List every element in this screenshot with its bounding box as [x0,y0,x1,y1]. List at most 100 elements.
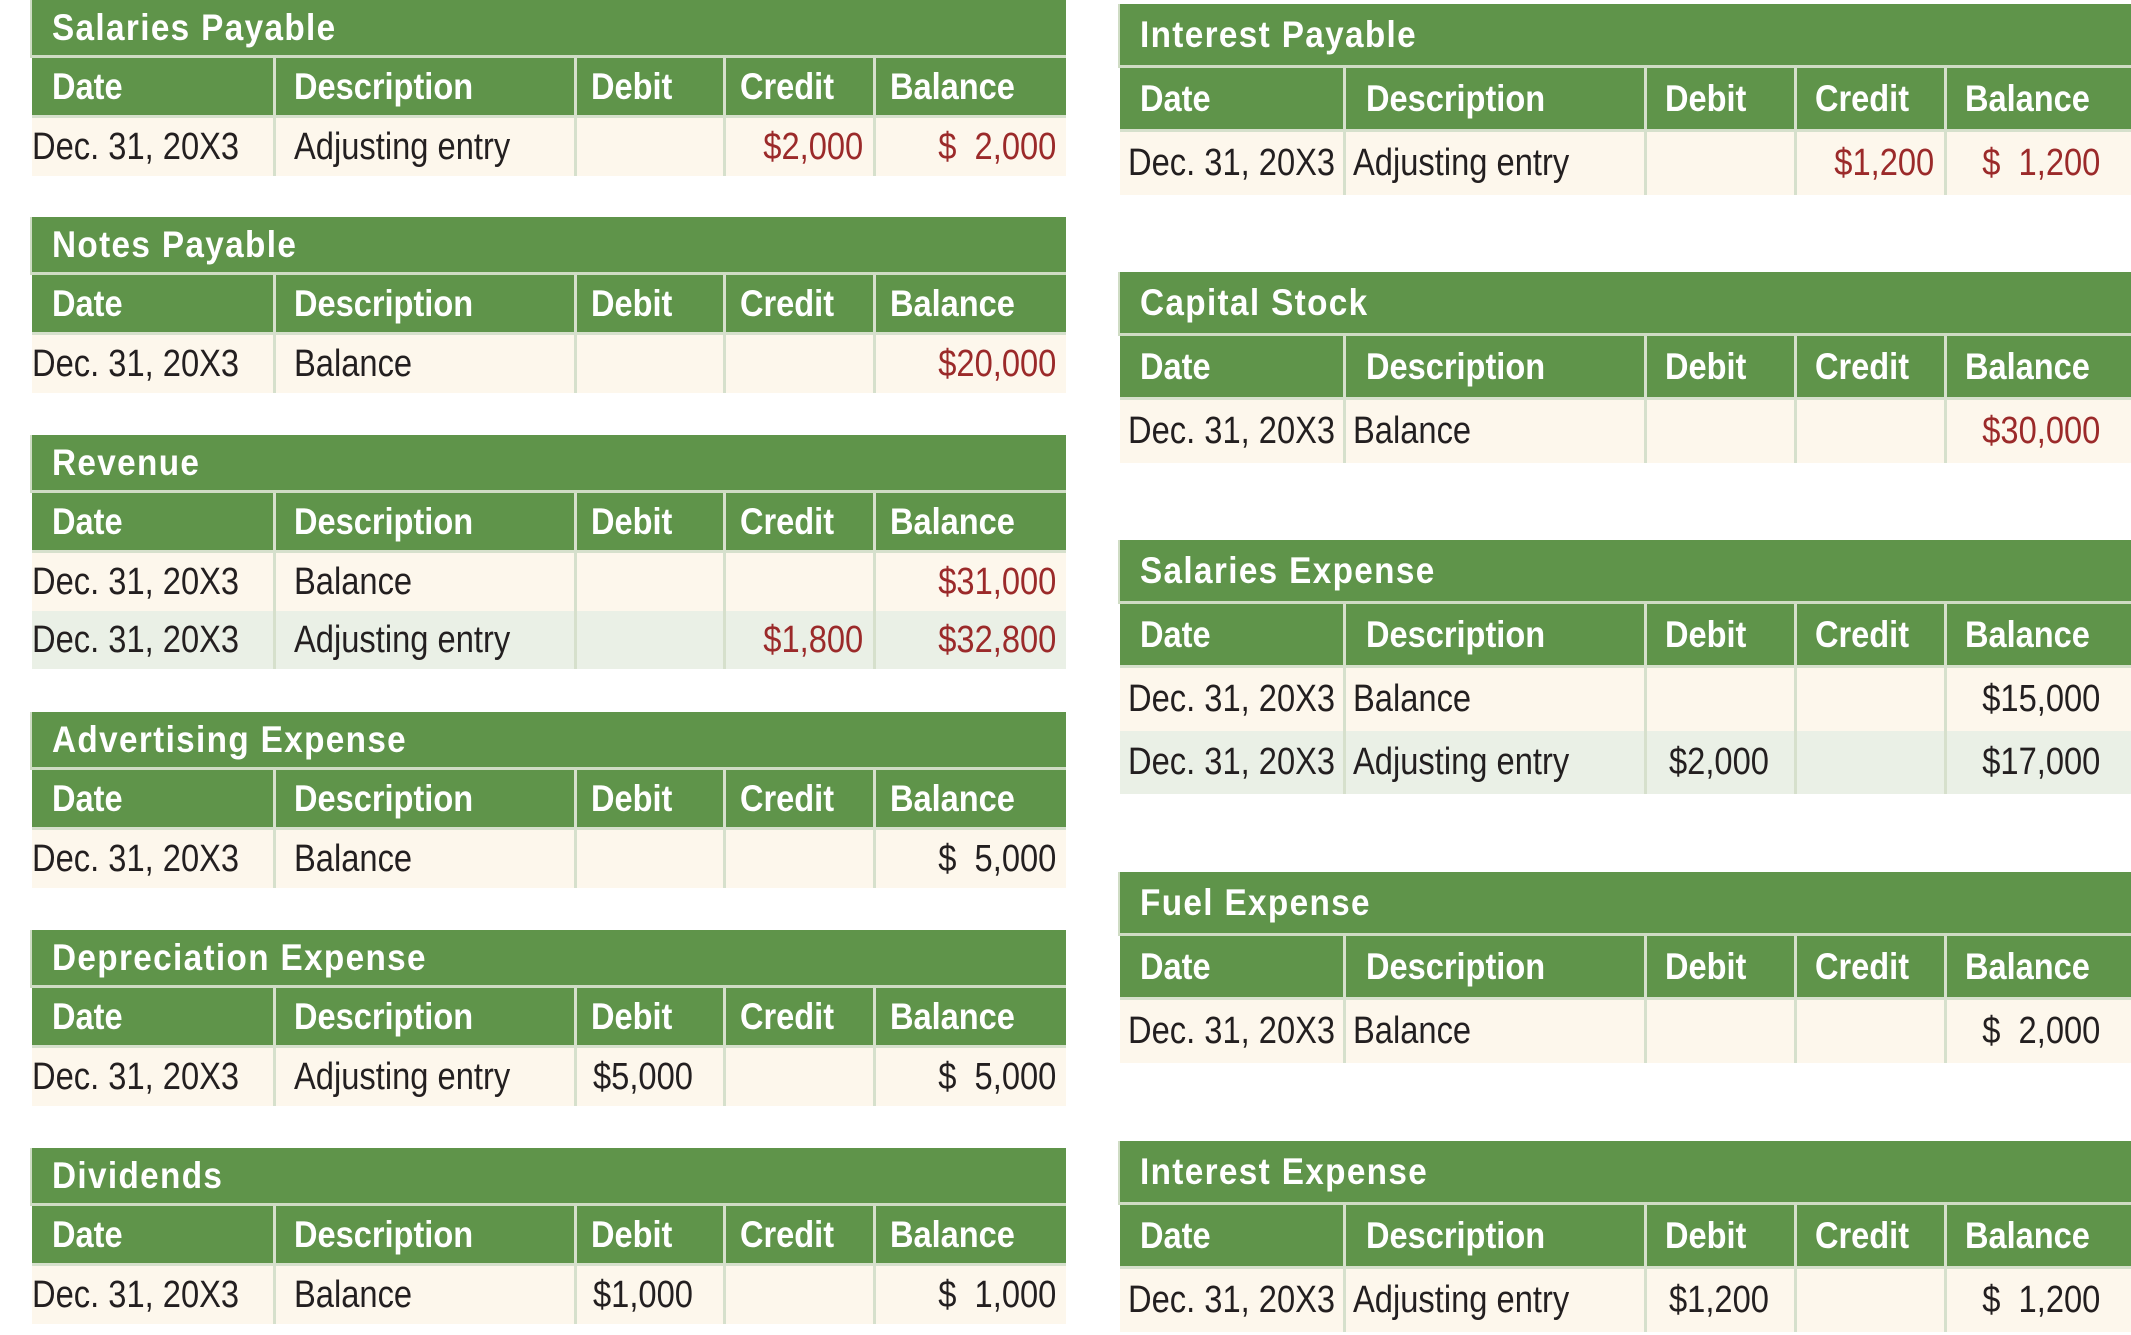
cell-date: Dec. 31, 20X3 [1120,1269,1346,1332]
header-label: Credit [1815,345,1910,387]
cell-date: Dec. 31, 20X3 [1120,400,1346,463]
header-label: Description [1366,613,1546,655]
header-label: Balance [1965,345,2090,387]
debit-value: $1,000 [593,1273,693,1316]
account-title: Salaries Expense [1118,540,2131,604]
header-label: Credit [740,1213,835,1255]
description-value: Adjusting entry [294,618,511,661]
header-debit: Debit [1647,1205,1797,1266]
account-title: Fuel Expense [1118,872,2131,936]
cell-description: Balance [276,553,577,611]
header-label: Description [1366,945,1546,987]
cell-date: Dec. 31, 20X3 [1120,731,1346,794]
description-value: Balance [294,837,413,880]
header-credit: Credit [1797,68,1947,129]
ledger-row: Dec. 31, 20X3 Adjusting entry $1,200 $ 1… [1120,1269,2131,1332]
cell-balance: $20,000 [876,335,1066,393]
cell-debit: $2,000 [1647,731,1797,794]
cell-date: Dec. 31, 20X3 [1120,1000,1346,1063]
header-label: Date [52,65,123,107]
cell-credit [726,1266,876,1324]
balance-value: $ 1,200 [1981,142,2100,184]
cell-balance: $ 2,000 [1947,1000,2131,1063]
ledger-row: Dec. 31, 20X3 Adjusting entry $1,800 $32… [32,611,1066,669]
column-header-row: Date Description Debit Credit Balance [1120,604,2131,668]
header-description: Description [276,770,577,827]
account-title: Revenue [30,435,1066,493]
cell-balance: $31,000 [876,553,1066,611]
description-value: Adjusting entry [294,125,511,168]
ledger-row: Dec. 31, 20X3 Adjusting entry $1,200 $ 1… [1120,132,2131,195]
header-label: Debit [1665,77,1747,119]
header-balance: Balance [1947,604,2131,665]
ledger-rows: Dec. 31, 20X3 Balance $ 5,000 [32,830,1066,888]
cell-balance: $ 2,000 [876,118,1066,176]
header-label: Description [1366,1214,1546,1256]
ledger-row: Dec. 31, 20X3 Adjusting entry $5,000 $ 5… [32,1048,1066,1106]
header-balance: Balance [876,988,1066,1045]
ledger-row: Dec. 31, 20X3 Balance $31,000 [32,553,1066,611]
header-debit: Debit [577,770,726,827]
header-debit: Debit [577,1206,726,1263]
cell-description: Adjusting entry [1346,1269,1647,1332]
header-credit: Credit [726,58,876,115]
cell-date: Dec. 31, 20X3 [32,1266,276,1324]
cell-credit [1797,668,1947,731]
cell-credit [1797,1000,1947,1063]
balance-value: $30,000 [1981,410,2100,452]
header-label: Description [294,65,474,107]
header-debit: Debit [577,275,726,332]
header-description: Description [276,58,577,115]
account-title: Notes Payable [30,217,1066,275]
ledger-rows: Dec. 31, 20X3 Balance $15,000 Dec. 31, 2… [1120,668,2131,794]
cell-debit: $1,200 [1647,1269,1797,1332]
balance-value: $ 2,000 [937,125,1056,168]
cell-date: Dec. 31, 20X3 [1120,132,1346,195]
cell-balance: $ 1,200 [1947,132,2131,195]
cell-balance: $17,000 [1947,731,2131,794]
cell-date: Dec. 31, 20X3 [32,1048,276,1106]
header-label: Description [294,282,474,324]
cell-debit [1647,400,1797,463]
header-label: Balance [1965,613,2090,655]
credit-value: $2,000 [763,125,863,168]
header-description: Description [276,1206,577,1263]
cell-debit: $1,000 [577,1266,726,1324]
account-title: Capital Stock [1118,272,2131,336]
cell-description: Balance [1346,668,1647,731]
date-value: Dec. 31, 20X3 [1128,1010,1336,1052]
description-value: Balance [1353,410,1472,452]
cell-debit [1647,132,1797,195]
ledger-row: Dec. 31, 20X3 Balance $ 5,000 [32,830,1066,888]
column-header-row: Date Description Debit Credit Balance [1120,936,2131,1000]
header-label: Date [52,282,123,324]
date-value: Dec. 31, 20X3 [1128,410,1336,452]
header-label: Date [52,500,123,542]
balance-value: $ 2,000 [1981,1010,2100,1052]
account-title: Dividends [30,1148,1066,1206]
cell-credit [726,1048,876,1106]
header-balance: Balance [876,493,1066,550]
header-label: Date [52,777,123,819]
header-balance: Balance [876,770,1066,827]
header-label: Credit [740,65,835,107]
header-label: Description [1366,77,1546,119]
column-header-row: Date Description Debit Credit Balance [32,1206,1066,1266]
header-balance: Balance [1947,336,2131,397]
header-label: Credit [1815,1214,1910,1256]
account-title: Depreciation Expense [30,930,1066,988]
header-debit: Debit [1647,68,1797,129]
header-credit: Credit [726,493,876,550]
cell-description: Adjusting entry [276,118,577,176]
header-date: Date [1120,936,1346,997]
date-value: Dec. 31, 20X3 [1128,142,1336,184]
header-label: Debit [1665,345,1747,387]
ledger-row: Dec. 31, 20X3 Adjusting entry $2,000 $ 2… [32,118,1066,176]
cell-balance: $30,000 [1947,400,2131,463]
cell-date: Dec. 31, 20X3 [32,118,276,176]
account-title: Advertising Expense [30,712,1066,770]
header-debit: Debit [577,493,726,550]
ledger-rows: Dec. 31, 20X3 Balance $ 2,000 [1120,1000,2131,1063]
header-debit: Debit [1647,604,1797,665]
header-balance: Balance [876,275,1066,332]
